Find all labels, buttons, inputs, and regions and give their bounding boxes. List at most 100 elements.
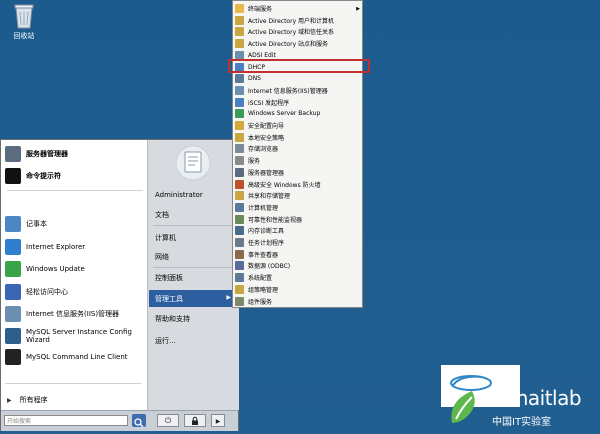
admin-tool-label: 计算机管理	[248, 204, 279, 212]
admin-tool-item[interactable]: 终端服务 ▶	[235, 3, 360, 14]
admin-tools-label: 管理工具	[155, 294, 183, 303]
group-policy-icon	[235, 284, 244, 294]
admin-tools-submenu: 终端服务 ▶ Active Directory 用户和计算机 Active Direc…	[232, 0, 363, 308]
mysql-wizard-icon	[5, 328, 21, 344]
performance-icon	[235, 214, 244, 224]
mysql-cli-icon	[5, 349, 21, 365]
pinned-program-label: 服务器管理器	[26, 150, 68, 158]
user-name-link[interactable]: Administrator	[155, 191, 203, 199]
admin-tool-label: Active Directory 用户和计算机	[248, 17, 335, 25]
ad-domains-icon	[235, 27, 244, 37]
odbc-icon	[235, 261, 244, 271]
chevron-right-icon: ▶	[215, 418, 221, 425]
storage-icon	[235, 144, 244, 154]
pinned-program-item[interactable]: 命令提示符	[5, 166, 145, 186]
task-scheduler-icon	[235, 238, 244, 247]
internet-explorer-icon	[5, 239, 21, 255]
windows-update-icon	[5, 261, 21, 277]
admin-tool-item[interactable]: 高级安全 Windows 防火墙	[235, 179, 360, 190]
pinned-program-item[interactable]: 轻松访问中心	[5, 282, 145, 302]
admin-tool-label: Windows Server Backup	[248, 110, 321, 118]
admin-tool-item[interactable]: 计算机管理	[235, 202, 360, 213]
watermark-subtitle: 中国IT实验室	[492, 417, 552, 428]
pinned-program-item[interactable]: MySQL Command Line Client	[5, 347, 145, 367]
recycle-bin-label: 回收站	[13, 32, 35, 40]
power-button[interactable]: ⏻	[157, 414, 179, 427]
start-menu-pinned-pane: 服务器管理器命令提示符记事本 Internet Explorer Windows U…	[1, 140, 147, 410]
dns-icon	[235, 74, 244, 84]
admin-tool-item[interactable]: Windows Server Backup	[235, 108, 360, 119]
right-divider	[153, 267, 233, 268]
pinned-program-item[interactable]: 服务器管理器	[5, 144, 145, 164]
admin-tool-item[interactable]: 系统配置	[235, 272, 360, 283]
admin-tool-item[interactable]: 存储浏览器	[235, 143, 360, 154]
admin-tool-item[interactable]: DNS	[235, 73, 360, 84]
iis-manager-icon	[5, 306, 21, 322]
network-link[interactable]: 网络	[155, 252, 169, 262]
start-search-input[interactable]: 开始搜索	[4, 415, 128, 426]
pinned-program-item[interactable]: Internet Explorer	[5, 237, 145, 257]
admin-tool-label: 共享和存储管理	[248, 193, 291, 201]
admin-tool-label: 安全配置向导	[248, 123, 285, 130]
search-button[interactable]	[132, 414, 146, 428]
start-menu: 服务器管理器命令提示符记事本 Internet Explorer Windows U…	[0, 139, 239, 431]
admin-tool-label: 内存诊断工具	[248, 228, 285, 236]
event-viewer-icon	[235, 249, 244, 259]
admin-tool-item[interactable]: 事件查看器	[235, 249, 360, 260]
admin-tool-item[interactable]: 共享和存储管理	[235, 190, 360, 201]
admin-tool-item[interactable]: 服务	[235, 155, 360, 166]
admin-tool-label: DNS	[248, 75, 261, 83]
admin-tool-item[interactable]: 组件服务	[235, 296, 360, 307]
pinned-divider	[7, 190, 143, 191]
ad-users-icon	[235, 15, 244, 25]
admin-tool-item[interactable]: iSCSI 发起程序	[235, 97, 360, 108]
run-link[interactable]: 运行...	[155, 336, 176, 346]
iscsi-icon	[235, 97, 244, 107]
admin-tool-item[interactable]: Active Directory 域和信任关系	[235, 26, 360, 37]
recycle-bin[interactable]: 回收站	[6, 3, 42, 41]
documents-link[interactable]: 文档	[155, 210, 169, 220]
all-programs-button[interactable]: ▶ 所有程序	[7, 395, 48, 405]
admin-tool-item[interactable]: 组策略管理	[235, 284, 360, 295]
admin-tool-label: ADSI Edit	[248, 51, 276, 59]
admin-tool-label: 事件查看器	[248, 251, 279, 259]
admin-tool-item[interactable]: Active Directory 站点和服务	[235, 38, 360, 49]
lock-button[interactable]	[184, 414, 206, 427]
pinned-program-label: 轻松访问中心	[26, 288, 68, 296]
admin-tool-label: Internet 信息服务(IIS)管理器	[248, 87, 328, 95]
admin-tool-item[interactable]: 安全配置向导	[235, 120, 360, 131]
admin-tool-item[interactable]: 数据源 (ODBC)	[235, 260, 360, 271]
admin-tool-item[interactable]: 内存诊断工具	[235, 225, 360, 236]
pinned-program-item[interactable]: Windows Update	[5, 259, 145, 279]
services-icon	[235, 156, 244, 166]
admin-tool-item[interactable]: 任务计划程序	[235, 237, 360, 248]
notepad-icon	[5, 216, 21, 232]
admin-tool-label: 服务器管理器	[248, 169, 285, 177]
control-panel-link[interactable]: 控制面板	[155, 273, 183, 283]
watermark-brand: chinaitlab	[488, 386, 582, 410]
local-policy-icon	[235, 132, 244, 142]
memory-diagnostic-icon	[235, 226, 244, 236]
pinned-program-item[interactable]: 记事本	[5, 214, 145, 234]
help-support-link[interactable]: 帮助和支持	[155, 314, 190, 324]
computer-link[interactable]: 计算机	[155, 233, 176, 243]
admin-tool-item[interactable]: Active Directory 用户和计算机	[235, 15, 360, 26]
admin-tool-label: 终端服务	[248, 6, 273, 13]
admin-tool-item[interactable]: 服务器管理器	[235, 167, 360, 178]
admin-tool-label: 服务	[248, 158, 261, 166]
pinned-program-item[interactable]: Internet 信息服务(IIS)管理器	[5, 304, 145, 324]
security-wizard-icon	[235, 121, 244, 130]
admin-tools-menu-item[interactable]: 管理工具 ▶	[149, 290, 236, 307]
admin-tool-item[interactable]: 可靠性和性能监视器	[235, 214, 360, 225]
admin-tool-label: 组策略管理	[248, 286, 279, 294]
admin-tool-item[interactable]: 本地安全策略	[235, 132, 360, 143]
shutdown-options-button[interactable]: ▶	[211, 414, 225, 427]
pinned-program-item[interactable]: MySQL Server Instance Config Wizard	[5, 326, 145, 346]
lock-icon	[192, 416, 198, 425]
backup-icon	[235, 109, 244, 119]
admin-tool-label: Active Directory 域和信任关系	[248, 29, 335, 37]
admin-tool-label: 任务计划程序	[248, 240, 285, 247]
pinned-program-label: MySQL Server Instance Config Wizard	[26, 328, 132, 344]
admin-tool-item[interactable]: Internet 信息服务(IIS)管理器	[235, 85, 360, 96]
recycle-bin-icon	[14, 4, 34, 29]
